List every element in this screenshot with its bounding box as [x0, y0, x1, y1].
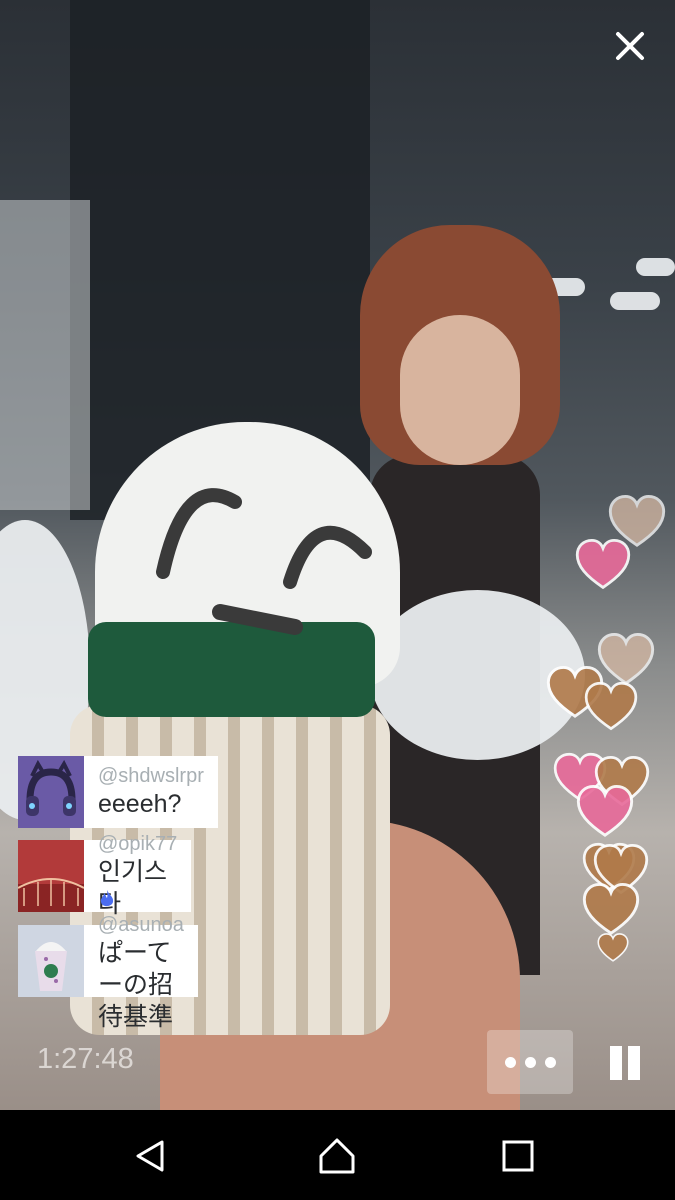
recents-icon[interactable]	[496, 1134, 540, 1178]
pause-icon-bar	[628, 1046, 640, 1080]
more-icon-dot	[504, 1056, 516, 1068]
red-bridge-avatar	[18, 840, 84, 912]
more-icon-dot	[544, 1056, 556, 1068]
purple-headphones-avatar	[18, 756, 84, 828]
close-icon[interactable]	[606, 22, 654, 70]
android-nav-bar	[0, 1110, 675, 1200]
comment-item: @shdwslrpr eeeeh?	[18, 756, 218, 828]
toy-face	[156, 488, 372, 635]
frappuccino-avatar	[18, 925, 84, 997]
comment-username[interactable]: @shdwslrpr	[98, 764, 204, 788]
comment-username[interactable]: @asunoa	[98, 889, 184, 937]
pause-button[interactable]	[604, 1046, 646, 1080]
more-icon-dot	[524, 1056, 536, 1068]
comment-bubble: @shdwslrpr eeeeh?	[84, 756, 218, 828]
pause-icon-bar	[610, 1046, 622, 1080]
person-face	[400, 315, 520, 465]
comment-text: ぱーてーの招待基準	[98, 939, 174, 1031]
elapsed-time: 1:27:48	[37, 1043, 134, 1075]
more-button[interactable]	[487, 1030, 573, 1094]
comment-bubble: @asunoa ぱーてーの招待基準	[84, 890, 198, 1031]
background-pillar	[0, 200, 90, 510]
comment-item: @asunoa ぱーてーの招待基準	[18, 890, 198, 1031]
ceiling-light	[610, 292, 660, 310]
comment-username[interactable]: @opik77	[98, 832, 177, 856]
comment-text: eeeeh?	[98, 790, 182, 818]
back-icon[interactable]	[128, 1134, 172, 1178]
home-icon[interactable]	[315, 1134, 359, 1178]
ceiling-light	[636, 258, 675, 276]
toy-wing-right	[370, 590, 585, 760]
comment-username-text: @asunoa	[98, 914, 184, 936]
flame-icon	[100, 890, 114, 907]
